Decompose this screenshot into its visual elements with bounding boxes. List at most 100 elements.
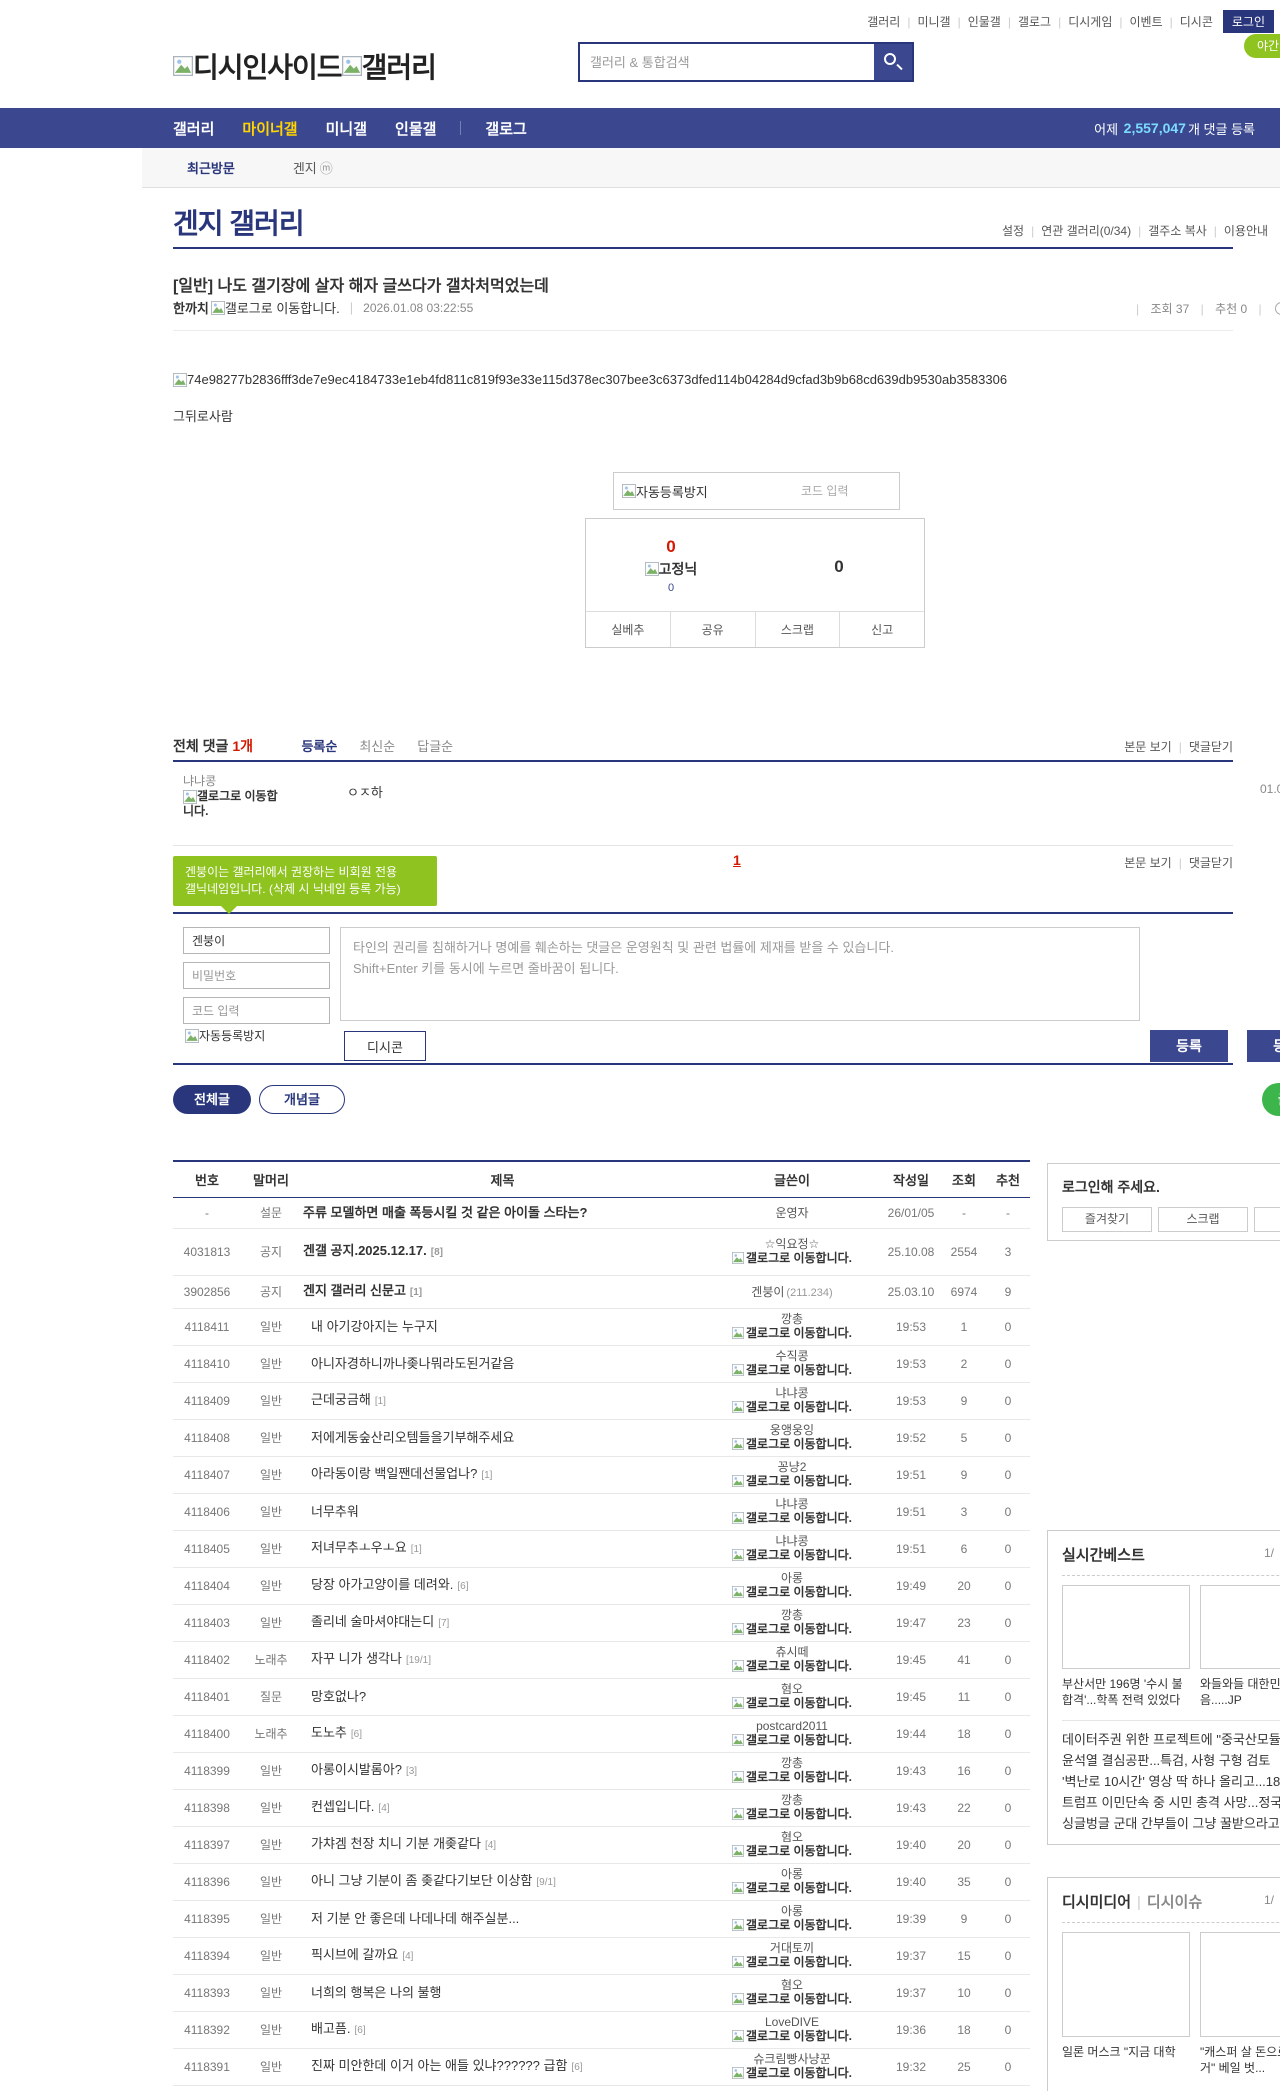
realtime-best-pagination[interactable]: 1/ (1264, 1546, 1274, 1560)
comment-nickname-input[interactable] (183, 927, 330, 954)
post-title-link[interactable]: 저녀무추ㅗ우ㅗ요 [1] (301, 1530, 704, 1568)
nav-item-1[interactable]: 마이너갤 (242, 118, 297, 139)
post-title-link[interactable]: 근데궁금해 [1] (301, 1382, 704, 1420)
recent-visit-link[interactable]: 최근방문 (187, 158, 235, 177)
dc-media-pagination[interactable]: 1/ (1264, 1893, 1274, 1907)
post-title-link[interactable]: 주류 모델하면 매출 폭등시킬 것 같은 아이돌 스타는? (301, 1197, 704, 1229)
comment-code-input[interactable] (183, 997, 330, 1024)
post-author[interactable]: 한까치 (173, 298, 209, 317)
sidebar-card[interactable]: "캐스퍼 살 돈으로 산 이거" 베일 벗... (1200, 1932, 1280, 2076)
nav-item-4[interactable]: 갤로그 (485, 118, 526, 139)
login-box-button-1[interactable]: 스크랩 (1158, 1207, 1248, 1232)
comment-author[interactable]: 냐냐콩 갤로그로 이동합니다. (183, 774, 283, 819)
comment-view-link-0[interactable]: 본문 보기 (1124, 856, 1172, 870)
page-title[interactable]: 겐지 갤러리 (173, 202, 305, 242)
post-title-link[interactable]: 아니자경하니까나좆나뭐라도된거같음 (301, 1345, 704, 1383)
post-title-link[interactable]: 진짜 미안한데 이거 아는 애들 있냐?????? 급함 [6] (301, 2048, 704, 2086)
top-link-1[interactable]: 미니갤 (917, 15, 950, 29)
post-title-link[interactable]: 가챠겜 천장 치니 기분 개좆같다 [4] (301, 1826, 704, 1864)
writer-link[interactable]: 깡총 갤로그로 이동합니다. (731, 1793, 852, 1823)
utility-link-2[interactable]: 갤주소 복사 (1148, 224, 1207, 238)
login-box-button-2[interactable]: 알림 (1254, 1207, 1280, 1232)
comment-view-link-1[interactable]: 댓글닫기 (1189, 856, 1233, 870)
writer-link[interactable]: 혐오 갤로그로 이동합니다. (731, 1978, 852, 2008)
utility-link-3[interactable]: 이용안내 (1224, 224, 1268, 238)
utility-link-0[interactable]: 설정 (1002, 224, 1024, 238)
post-title-link[interactable]: 내 아기강아지는 누구지 (301, 1308, 704, 1346)
news-item[interactable]: 데이터주권 위한 프로젝트에 "중국산모듈" 쓴 (1062, 1729, 1280, 1750)
login-box-button-0[interactable]: 즐겨찾기 (1062, 1207, 1152, 1232)
sidebar-card[interactable]: 부산서만 196명 '수시 불합격'...학폭 전력 있었다 (1062, 1585, 1190, 1708)
utility-link-1[interactable]: 연관 갤러리(0/34) (1041, 224, 1131, 238)
site-logo[interactable]: 디시인사이드 갤러리 (173, 46, 437, 86)
writer-link[interactable]: 깡총 갤로그로 이동합니다. (731, 1312, 852, 1342)
dc-issue-title[interactable]: 디시이슈 (1147, 1894, 1202, 1911)
writer-link[interactable]: ☆익요정☆ 갤로그로 이동합니다. (731, 1237, 852, 1267)
breadcrumb-gallery-name[interactable]: 겐지 (293, 158, 317, 177)
writer-link[interactable]: 아롱 갤로그로 이동합니다. (731, 1904, 852, 1934)
search-button[interactable] (874, 44, 912, 80)
post-title-link[interactable]: 아라동이랑 백일짼데선물업나? [1] (301, 1456, 704, 1494)
post-title-link[interactable]: 아니 그냥 기분이 좀 좆같다기보단 이상함 [9/1] (301, 1863, 704, 1901)
post-title-link[interactable]: 도노추 [6] (301, 1715, 704, 1753)
writer-link[interactable]: 냐냐콩 갤로그로 이동합니다. (731, 1386, 852, 1416)
writer-link[interactable]: 깡총 갤로그로 이동합니다. (731, 1608, 852, 1638)
write-post-button[interactable]: 글쓰기 (1262, 1083, 1280, 1116)
upvote-area[interactable]: 0 고정닉 0 (586, 537, 756, 594)
sidebar-card[interactable]: 일론 머스크 "지금 대학 (1062, 1932, 1190, 2076)
tab-all-posts[interactable]: 전체글 (173, 1085, 251, 1114)
sidebar-card[interactable]: 와들와들 대한민국화....모음.....JP (1200, 1585, 1280, 1708)
captcha-code-input[interactable] (801, 484, 889, 498)
post-title-link[interactable]: 겐갤 공지.2025.12.17. [8] (301, 1228, 704, 1276)
comment-view-link-0[interactable]: 본문 보기 (1124, 740, 1172, 754)
post-title-link[interactable]: ㅇ[2] (301, 2085, 704, 2091)
writer-link[interactable]: 아롱 갤로그로 이동합니다. (731, 1867, 852, 1897)
writer-link[interactable]: 냐냐콩 갤로그로 이동합니다. (731, 1497, 852, 1527)
news-item[interactable]: '벽난로 10시간' 영상 딱 하나 올리고...18억 (1062, 1771, 1280, 1792)
news-item[interactable]: 윤석열 결심공판...특검, 사형 구형 검토 (1062, 1750, 1280, 1771)
top-link-0[interactable]: 갤러리 (867, 15, 900, 29)
post-action-2[interactable]: 스크랩 (754, 612, 840, 647)
writer-link[interactable]: 수직콩 갤로그로 이동합니다. (731, 1349, 852, 1379)
writer-link[interactable]: 깡총 갤로그로 이동합니다. (731, 1756, 852, 1786)
downvote-area[interactable]: 0 (754, 557, 924, 577)
post-action-3[interactable]: 신고 (839, 612, 924, 647)
night-mode-button[interactable]: 야간 모드 (1244, 34, 1280, 58)
post-title-link[interactable]: 컨셉입니다. [4] (301, 1789, 704, 1827)
comment-page-1[interactable]: 1 (733, 852, 741, 868)
post-title-link[interactable]: 아롱이시발롬아? [3] (301, 1752, 704, 1790)
writer-link[interactable]: 겐붕이 (211.234) (751, 1285, 832, 1299)
writer-link[interactable]: 혐오 갤로그로 이동합니다. (731, 1830, 852, 1860)
writer-link[interactable]: 웅앵웅잉 갤로그로 이동합니다. (731, 1423, 852, 1453)
search-input[interactable] (580, 44, 874, 80)
nav-item-2[interactable]: 미니갤 (326, 118, 367, 139)
writer-link[interactable]: 아롱 갤로그로 이동합니다. (731, 1571, 852, 1601)
post-title-link[interactable]: 자꾸 니가 생각나 [19/1] (301, 1641, 704, 1679)
post-title-link[interactable]: 너희의 행복은 나의 불행 (301, 1974, 704, 2012)
comment-textarea[interactable] (340, 927, 1140, 1021)
comment-password-input[interactable] (183, 962, 330, 989)
comment-sort-0[interactable]: 등록순 (301, 739, 337, 754)
comment-submit-button[interactable]: 등록 (1150, 1030, 1228, 1062)
writer-link[interactable]: 냐냐콩 갤로그로 이동합니다. (731, 1534, 852, 1564)
writer-link[interactable]: 꽁냥2 갤로그로 이동합니다. (731, 1460, 852, 1490)
post-action-0[interactable]: 실베추 (586, 612, 670, 647)
top-link-5[interactable]: 이벤트 (1130, 15, 1163, 29)
nav-item-0[interactable]: 갤러리 (173, 118, 214, 139)
top-link-3[interactable]: 갤로그 (1018, 15, 1051, 29)
writer-link[interactable]: 운영자 (775, 1206, 808, 1220)
post-title-link[interactable]: 당장 아가고양이를 데려와. [6] (301, 1567, 704, 1605)
nav-item-3[interactable]: 인물갤 (395, 118, 436, 139)
post-title-link[interactable]: 겐지 갤러리 신문고 [1] (301, 1275, 704, 1309)
tab-best-posts[interactable]: 개념글 (259, 1085, 345, 1114)
writer-link[interactable]: 슈크림빵사냥꾼 갤로그로 이동합니다. (731, 2052, 852, 2082)
writer-link[interactable]: 혐오 갤로그로 이동합니다. (731, 1682, 852, 1712)
comment-sort-1[interactable]: 최신순 (359, 739, 395, 754)
news-item[interactable]: 싱글벙글 군대 간부들이 그냥 꿀받으라고 ㅅ (1062, 1813, 1280, 1834)
writer-link[interactable]: 츄시떼 갤로그로 이동합니다. (731, 1645, 852, 1675)
top-link-4[interactable]: 디시게임 (1068, 15, 1112, 29)
post-title-link[interactable]: 저에게동숲산리오템들을기부해주세요 (301, 1419, 704, 1457)
writer-link[interactable]: 거대토끼 갤로그로 이동합니다. (731, 1941, 852, 1971)
dccon-button[interactable]: 디시콘 (344, 1031, 426, 1061)
writer-link[interactable]: LoveDIVE갤로그로 이동합니다. (731, 2015, 852, 2045)
